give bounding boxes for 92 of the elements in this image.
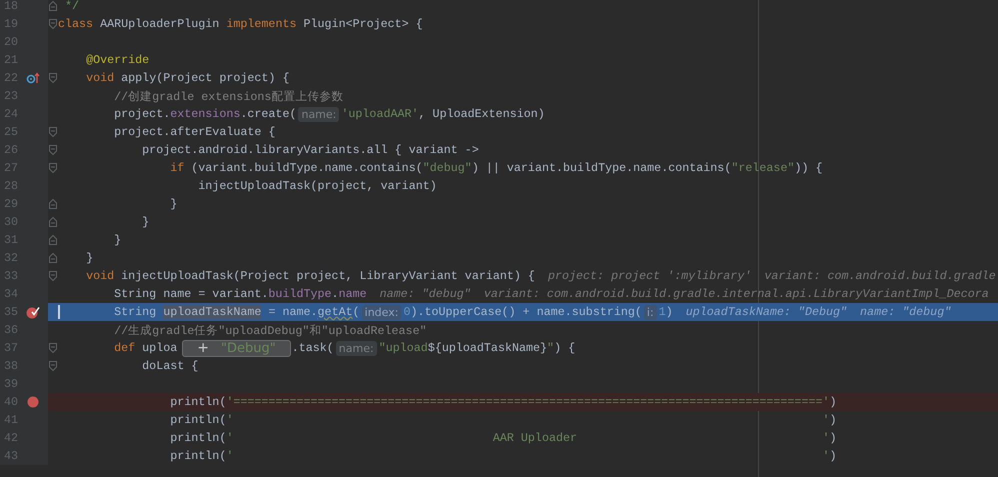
code-text: Plugin<Project> { <box>304 17 423 31</box>
code-text: ) <box>830 449 837 463</box>
fold-marker-icon[interactable] <box>49 127 57 137</box>
fold-marker-icon[interactable] <box>49 217 57 227</box>
popup-value: "Debug" <box>220 340 276 356</box>
code-string: ' ' <box>226 413 830 427</box>
code-comment: //创建gradle extensions配置上传参数 <box>114 88 344 104</box>
code-text: apply(Project project) { <box>121 71 290 85</box>
code-field: buildType <box>268 287 332 301</box>
breakpoint-icon[interactable] <box>27 396 39 408</box>
code-text: injectUploadTask(Project project, LibraryVariant variant) { <box>121 269 535 283</box>
code-text: project.afterEvaluate { <box>114 125 276 139</box>
code-string: '====================================================================================' <box>226 395 830 409</box>
code-text: project. <box>114 107 170 121</box>
code-keyword: implements <box>226 17 296 31</box>
code-text: println( <box>170 431 226 445</box>
inline-debug-value: name: "debug" <box>860 305 952 319</box>
fold-marker-icon[interactable] <box>49 253 57 263</box>
fold-marker-icon[interactable] <box>49 361 57 371</box>
code-text: println( <box>170 413 226 427</box>
text-cursor <box>58 305 60 319</box>
fold-marker-icon[interactable] <box>49 1 57 11</box>
code-string: ' ' <box>226 449 830 463</box>
code-text: project.android.libraryVariants.all { variant -> <box>142 143 479 157</box>
code-annotation: @Override <box>86 53 150 67</box>
code-text: , UploadExtension) <box>418 107 545 121</box>
code-text: println( <box>170 449 226 463</box>
code-text: ).toUpperCase() + name.substring( <box>410 305 642 319</box>
inline-debug-value: variant: com.android.build.gradle <box>764 269 996 283</box>
breakpoint-check-icon[interactable] <box>26 306 40 318</box>
code-field: name <box>338 287 367 301</box>
parameter-hint: name: <box>336 340 377 356</box>
code-string: "release" <box>731 161 794 175</box>
code-text: ) <box>830 413 837 427</box>
code-string: ' AAR Uploader ' <box>226 431 830 445</box>
inline-debug-value: name: "debug" <box>380 287 471 301</box>
parameter-hint: name: <box>298 106 340 122</box>
code-text: } <box>114 233 122 247</box>
inline-debug-value: variant: com.android.build.gradle.internal.api.LibraryVariantImpl_Decora <box>484 287 989 301</box>
code-string: "upload <box>378 341 428 355</box>
fold-marker-icon[interactable] <box>49 145 57 155</box>
code-text: )) { <box>794 161 823 175</box>
code-text: ) <box>830 395 837 409</box>
code-string: 'uploadAAR' <box>341 107 419 121</box>
code-text: } <box>170 197 178 211</box>
fold-marker-icon[interactable] <box>49 73 57 83</box>
code-text: ) || variant.buildType.name.contains( <box>472 161 732 175</box>
code-number: 1 <box>658 305 666 319</box>
code-text: String <box>114 305 158 319</box>
code-comment: //生成gradle任务"uploadDebug"和"uploadRelease" <box>114 322 427 338</box>
underlined-identifier: getAt <box>318 305 353 319</box>
override-marker-icon[interactable] <box>26 72 40 84</box>
code-comment: */ <box>65 0 80 13</box>
parameter-hint: index: <box>362 304 402 320</box>
code-text: = name. <box>268 305 318 319</box>
code-text: . <box>332 287 339 301</box>
code-text: } <box>86 251 94 265</box>
code-text: injectUploadTask(project, variant) <box>198 179 437 193</box>
inline-debug-value: uploadTaskName: "Debug" <box>686 305 848 319</box>
fold-marker-icon[interactable] <box>49 235 57 245</box>
code-number: 0 <box>403 305 410 319</box>
code-keyword: class <box>58 17 94 31</box>
code-text: println( <box>170 395 226 409</box>
inline-debug-value: project: project ':mylibrary' <box>548 269 752 283</box>
code-keyword: def <box>114 341 136 355</box>
code-string: " <box>547 341 554 355</box>
code-text: ( <box>352 305 360 319</box>
code-text: ) { <box>554 341 576 355</box>
code-text: ${uploadTaskName} <box>428 341 548 355</box>
code-text: uploa <box>142 341 178 355</box>
code-text: .task( <box>292 341 334 355</box>
fold-marker-icon[interactable] <box>49 163 57 173</box>
code-keyword: void <box>86 269 114 283</box>
fold-marker-icon[interactable] <box>49 199 57 209</box>
code-text: } <box>142 215 150 229</box>
code-keyword: void <box>86 71 114 85</box>
code-string: "debug" <box>422 161 472 175</box>
code-text: ) <box>666 305 673 319</box>
code-text: doLast { <box>142 359 198 373</box>
highlighted-identifier: uploadTaskName <box>163 305 262 319</box>
code-text: .create( <box>240 107 296 121</box>
code-text: (variant.buildType.name.contains( <box>191 161 423 175</box>
code-text: AARUploaderPlugin <box>100 17 220 31</box>
code-keyword: if <box>170 161 184 175</box>
fold-marker-icon[interactable] <box>49 343 57 353</box>
parameter-hint: i: <box>644 304 657 320</box>
expand-toggle[interactable]: + <box>197 340 209 356</box>
fold-marker-icon[interactable] <box>49 19 57 29</box>
code-text: String name = variant. <box>114 287 268 301</box>
code-field: extensions <box>170 107 240 121</box>
code-text: ) <box>830 431 837 445</box>
fold-marker-icon[interactable] <box>49 271 57 281</box>
